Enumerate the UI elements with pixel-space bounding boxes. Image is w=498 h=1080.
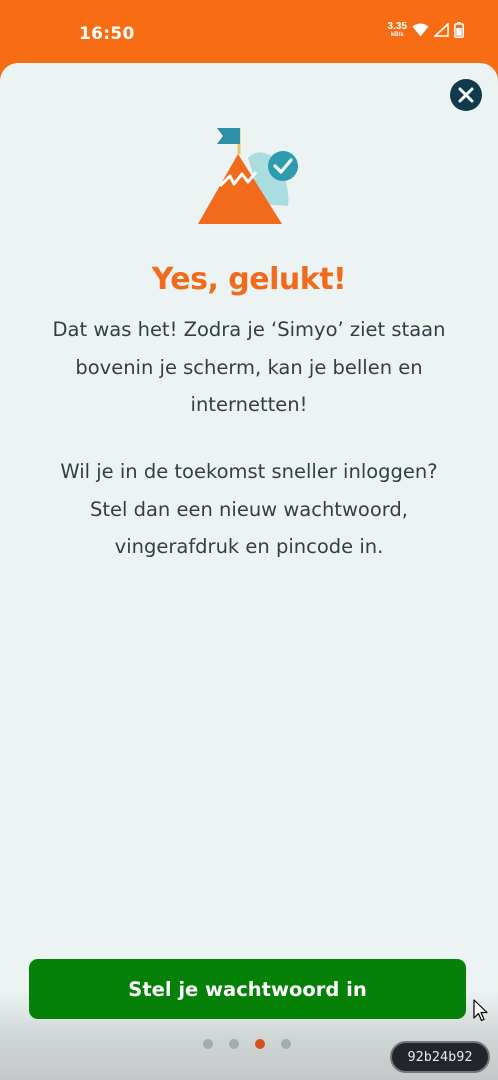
- check-badge-icon: [268, 151, 298, 181]
- network-speed: 3.35 kB/s: [387, 21, 407, 39]
- success-message: Dat was het! Zodra je ‘Simyo’ ziet staan…: [40, 311, 458, 424]
- success-message-line: Dat was het! Zodra je ‘Simyo’ ziet staan: [52, 318, 446, 341]
- success-message-line: internetten!: [190, 393, 308, 416]
- session-id-badge: 92b24b92: [390, 1041, 490, 1073]
- login-suggestion-line: Wil je in de toekomst sneller inloggen?: [60, 460, 438, 483]
- page-dot: [281, 1039, 291, 1049]
- login-suggestion-line: vingerafdruk en pincode in.: [114, 535, 384, 558]
- success-title: Yes, gelukt!: [151, 262, 347, 297]
- login-suggestion-line: Stel dan een nieuw wachtwoord,: [89, 497, 409, 521]
- page-dot: [203, 1039, 213, 1049]
- mouse-cursor-icon: [473, 999, 488, 1022]
- page-dot: [229, 1039, 239, 1049]
- signal-icon: [434, 23, 449, 37]
- wifi-icon: [412, 23, 429, 37]
- page-dot-active: [255, 1039, 265, 1049]
- close-button[interactable]: [450, 79, 482, 111]
- status-icons: 3.35 kB/s: [388, 22, 464, 38]
- page-indicator: [203, 1039, 291, 1049]
- set-password-button[interactable]: Stel je wachtwoord in: [29, 959, 466, 1019]
- status-time: 16:50: [79, 24, 135, 44]
- success-message-line: bovenin je scherm, kan je bellen en: [75, 355, 423, 379]
- network-speed-value: 3.35: [387, 21, 407, 32]
- flag-icon: [217, 128, 240, 144]
- login-suggestion-message: Wil je in de toekomst sneller inloggen? …: [40, 453, 458, 566]
- mountain-flag-check-illustration: [198, 128, 298, 224]
- status-bar: 16:50 3.35 kB/s: [0, 0, 498, 66]
- close-icon: [458, 87, 474, 103]
- network-speed-unit: kB/s: [390, 32, 404, 38]
- battery-icon: [454, 22, 464, 38]
